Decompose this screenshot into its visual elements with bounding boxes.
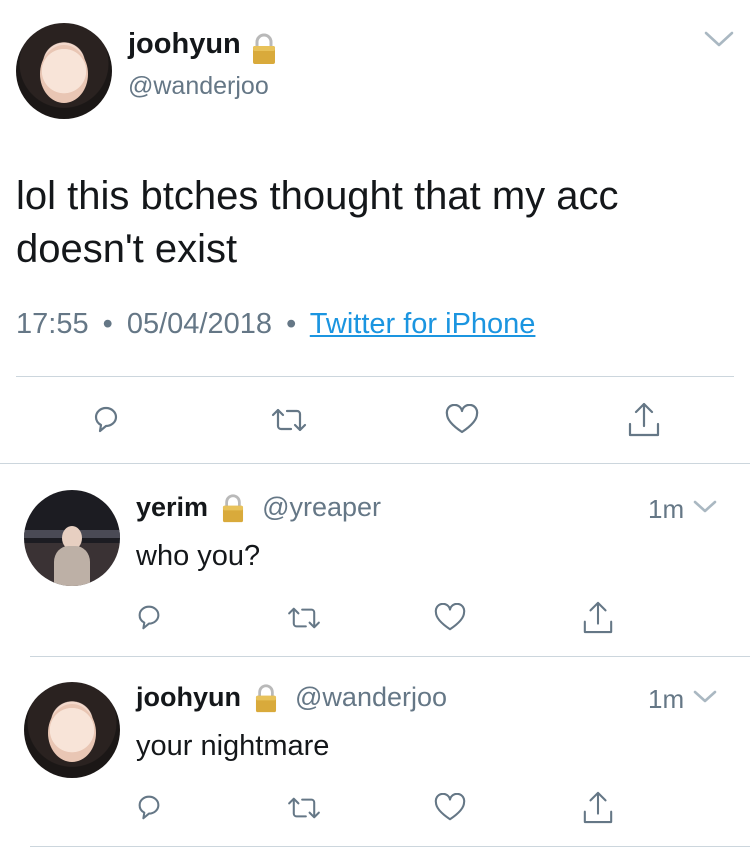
divider [30, 656, 750, 657]
share-icon [583, 791, 613, 824]
author-handle[interactable]: @wanderjoo [128, 72, 269, 101]
author-handle[interactable]: @yreaper [262, 492, 381, 522]
tweet-meta: 17:55 • 05/04/2018 • Twitter for iPhone [16, 308, 535, 341]
avatar[interactable] [24, 682, 120, 778]
share-icon [583, 601, 613, 634]
share-icon [628, 402, 660, 437]
lock-icon [254, 683, 278, 714]
divider [30, 846, 750, 847]
meta-separator: • [102, 308, 113, 340]
reply-icon [94, 406, 118, 433]
like-button[interactable] [434, 602, 466, 633]
lock-icon [221, 493, 245, 524]
retweet-button[interactable] [271, 406, 307, 434]
retweet-icon [271, 408, 307, 432]
chevron-down-icon[interactable] [692, 688, 718, 706]
tweet-time: 17:55 [16, 308, 89, 340]
author-display-name[interactable]: joohyun [128, 28, 241, 60]
chevron-down-icon[interactable] [702, 28, 736, 50]
reply-button[interactable] [134, 602, 164, 632]
author-name-row: joohyun [128, 28, 277, 64]
author-display-name[interactable]: yerim [136, 492, 208, 522]
retweet-icon [288, 797, 320, 819]
reply-text: who you? [136, 540, 261, 572]
tweet-text-line: doesn't exist [16, 227, 238, 271]
chevron-down-icon[interactable] [692, 498, 718, 516]
share-button[interactable] [582, 599, 614, 635]
share-button[interactable] [582, 789, 614, 825]
like-icon [445, 403, 479, 434]
retweet-button[interactable] [287, 795, 321, 821]
reply-header: joohyun @wanderjoo [136, 682, 447, 716]
author-display-name[interactable]: joohyun [136, 682, 241, 712]
like-button[interactable] [445, 403, 479, 436]
share-button[interactable] [627, 400, 661, 438]
tweet-text: lol this btches thought that my acc does… [16, 170, 619, 276]
author-handle[interactable]: @wanderjoo [295, 682, 447, 712]
meta-separator: • [286, 308, 297, 340]
like-button[interactable] [434, 792, 466, 823]
reply-button[interactable] [90, 403, 122, 435]
lock-icon [251, 32, 277, 66]
retweet-icon [288, 607, 320, 629]
like-icon [434, 602, 466, 631]
reply-button[interactable] [134, 792, 164, 822]
avatar[interactable] [16, 23, 112, 119]
tweet-source-link[interactable]: Twitter for iPhone [310, 308, 536, 340]
like-icon [434, 792, 466, 821]
avatar[interactable] [24, 490, 120, 586]
tweet-date: 05/04/2018 [126, 308, 273, 340]
reply-text: your nightmare [136, 730, 330, 762]
tweet-text-line: lol this btches thought that my acc [16, 174, 619, 218]
reply-icon [138, 795, 160, 820]
retweet-button[interactable] [287, 605, 321, 631]
divider [0, 463, 750, 464]
divider [16, 376, 734, 377]
reply-timestamp: 1m [648, 684, 685, 714]
reply-header: yerim @yreaper [136, 492, 381, 526]
reply-timestamp: 1m [648, 494, 685, 524]
reply-icon [138, 605, 160, 630]
